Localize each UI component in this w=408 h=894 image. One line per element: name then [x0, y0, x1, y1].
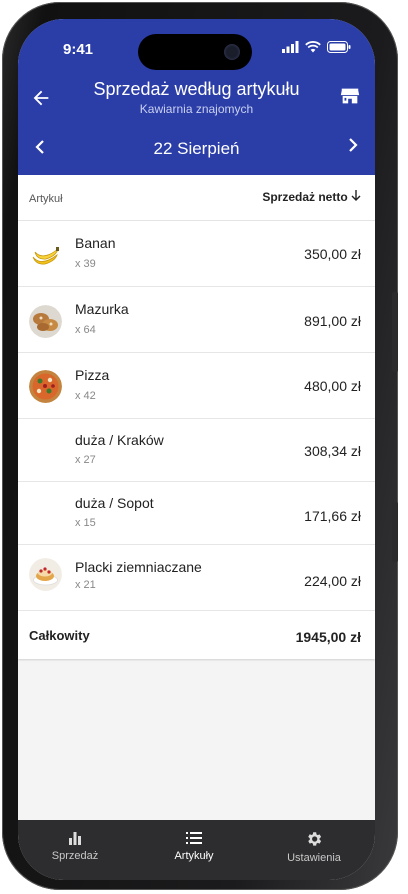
battery-icon	[327, 41, 351, 53]
bottom-nav: Sprzedaż Artykuły Ustawienia	[18, 820, 375, 880]
chevron-right-icon[interactable]	[347, 137, 359, 153]
nav-settings-label: Ustawienia	[287, 852, 341, 864]
item-name: duża / Kraków	[75, 432, 164, 448]
item-name: duża / Sopot	[75, 495, 154, 511]
screen: 9:41 Sprzedaż według artykułu Kawiarnia …	[18, 19, 375, 880]
total-label: Całkowity	[29, 628, 90, 643]
table-row-variant[interactable]: duża / Kraków x 27 308,34 zł	[18, 419, 375, 482]
table-row[interactable]: Mazurka x 64 891,00 zł	[18, 287, 375, 353]
pizza-icon	[29, 370, 62, 403]
page-subtitle: Kawiarnia znajomych	[139, 102, 254, 116]
bar-chart-icon	[69, 832, 81, 845]
dynamic-island	[138, 34, 252, 70]
table-row[interactable]: Placki ziemniaczane x 21 224,00 zł	[18, 545, 375, 611]
phone-frame: 9:41 Sprzedaż według artykułu Kawiarnia …	[2, 2, 398, 890]
column-sales-sort[interactable]: Sprzedaż netto	[262, 190, 361, 204]
pastry-icon	[29, 305, 62, 338]
total-row: Całkowity 1945,00 zł	[18, 611, 375, 659]
item-name: Mazurka	[75, 301, 129, 317]
store-icon[interactable]	[339, 85, 361, 107]
pancakes-icon	[29, 558, 62, 591]
item-name: Banan	[75, 235, 116, 251]
item-amount: 224,00 zł	[304, 573, 361, 589]
column-sales-label: Sprzedaż netto	[262, 190, 348, 204]
item-qty: x 39	[75, 258, 96, 270]
nav-items[interactable]: Artykuły	[149, 830, 239, 862]
item-amount: 308,34 zł	[304, 443, 361, 459]
item-qty: x 42	[75, 390, 96, 402]
column-item: Artykuł	[29, 193, 63, 205]
nav-settings[interactable]: Ustawienia	[269, 830, 359, 864]
item-qty: x 15	[75, 517, 96, 529]
list-icon	[186, 832, 202, 844]
nav-sales[interactable]: Sprzedaż	[30, 830, 120, 862]
nav-sales-label: Sprzedaż	[51, 850, 99, 862]
table-row-variant[interactable]: duża / Sopot x 15 171,66 zł	[18, 482, 375, 545]
status-time: 9:41	[63, 41, 94, 58]
status-icons	[282, 41, 351, 53]
item-name: Pizza	[75, 367, 110, 383]
gear-icon	[308, 832, 322, 846]
side-button	[392, 292, 398, 372]
date-label: 22 Sierpień	[153, 139, 240, 158]
item-amount: 171,66 zł	[304, 508, 361, 524]
table-header: Artykuł Sprzedaż netto	[18, 175, 375, 221]
wifi-icon	[305, 41, 321, 53]
item-qty: x 21	[75, 579, 96, 591]
table-row[interactable]: Pizza x 42 480,00 zł	[18, 353, 375, 419]
item-qty: x 64	[75, 324, 96, 336]
item-qty: x 27	[75, 454, 96, 466]
item-name: Placki ziemniaczane	[75, 559, 202, 575]
total-amount: 1945,00 zł	[295, 629, 361, 645]
arrow-down-icon	[351, 190, 361, 201]
side-button	[392, 502, 398, 562]
item-amount: 350,00 zł	[304, 246, 361, 262]
item-amount: 891,00 zł	[304, 313, 361, 329]
signal-icon	[282, 41, 299, 53]
nav-items-label: Artykuły	[174, 850, 214, 862]
banana-icon	[29, 237, 62, 270]
table-row[interactable]: Banan x 39 350,00 zł	[18, 221, 375, 287]
page-title: Sprzedaż według artykułu	[93, 79, 300, 99]
item-amount: 480,00 zł	[304, 378, 361, 394]
sales-table: Artykuł Sprzedaż netto Banan x 39 350,00…	[18, 175, 375, 659]
